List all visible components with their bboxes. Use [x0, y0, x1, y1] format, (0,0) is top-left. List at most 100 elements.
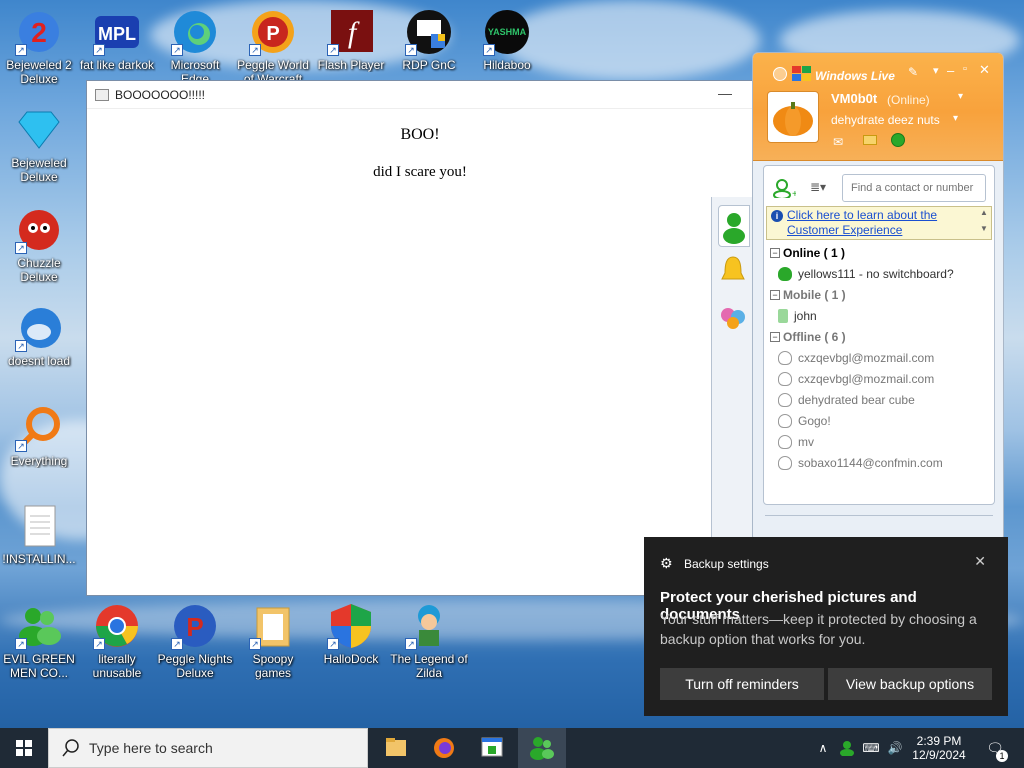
customer-experience-link[interactable]: Click here to learn about the Customer E…: [787, 208, 973, 238]
desktop-icon-label: Chuzzle Deluxe: [17, 256, 61, 284]
contact-list-panel: + ≣▾ i Click here to learn about the Cus…: [763, 165, 995, 505]
minimize-button[interactable]: —: [717, 85, 733, 101]
turn-off-reminders-button[interactable]: Turn off reminders: [660, 668, 824, 700]
folder-icon[interactable]: [863, 135, 877, 145]
contact-item[interactable]: Gogo!: [766, 410, 992, 431]
action-center-button[interactable]: 🗨 1: [980, 728, 1010, 768]
close-icon[interactable]: ✕: [974, 553, 986, 570]
firefox-icon: [434, 738, 454, 758]
back-icon[interactable]: [773, 67, 787, 81]
taskbar-window-app[interactable]: [468, 728, 516, 768]
group-offline[interactable]: − Offline ( 6 ): [766, 326, 992, 347]
clock[interactable]: 2:39 PM 12/9/2024: [906, 728, 972, 768]
contact-search-input[interactable]: [842, 174, 986, 202]
online-status[interactable]: (Online): [887, 93, 930, 107]
show-hidden-icons[interactable]: ∧: [812, 728, 834, 768]
taskbar-search[interactable]: Type here to search: [48, 728, 368, 768]
contacts-tab[interactable]: [718, 205, 750, 247]
taskbar-firefox[interactable]: [420, 728, 468, 768]
desktop-icon-literally-unusable[interactable]: ↗ literally unusable: [78, 602, 156, 680]
view-backup-options-button[interactable]: View backup options: [828, 668, 992, 700]
desktop-icon-bejeweled-deluxe[interactable]: Bejeweled Deluxe: [0, 106, 78, 184]
boo-window-titlebar[interactable]: BOOOOOOO!!!!! —: [87, 81, 753, 109]
contact-item[interactable]: cxzqevbgl@mozmail.com: [766, 347, 992, 368]
desktop-icon-chuzzle[interactable]: ↗ Chuzzle Deluxe: [0, 206, 78, 284]
display-name[interactable]: VM0b0t: [831, 91, 877, 106]
folder-icon: [386, 738, 406, 756]
desktop-icon-legend-of-zilda[interactable]: ↗ The Legend of Zilda: [390, 602, 468, 680]
peggle-nights-icon: P ↗: [171, 602, 219, 650]
news-icon[interactable]: [891, 133, 905, 147]
personal-message[interactable]: dehydrate deez nuts: [831, 113, 940, 127]
tray-messenger-icon[interactable]: [836, 728, 858, 768]
contact-item[interactable]: cxzqevbgl@mozmail.com: [766, 368, 992, 389]
minimize-icon[interactable]: –: [947, 63, 954, 78]
desktop-icon-flash-player[interactable]: f ↗ Flash Player: [312, 8, 390, 72]
close-icon[interactable]: ✕: [979, 62, 990, 78]
info-icon: i: [771, 210, 783, 222]
collapse-icon[interactable]: −: [770, 289, 780, 300]
contact-item[interactable]: john: [766, 305, 992, 326]
desktop-icon-hallodock[interactable]: ↗ HalloDock: [312, 602, 390, 666]
contact-item[interactable]: sobaxo1144@confmin.com: [766, 452, 992, 473]
group-mobile[interactable]: − Mobile ( 1 ): [766, 284, 992, 305]
desktop-icon-label: Peggle Nights Deluxe: [157, 652, 233, 680]
menu-dropdown-icon[interactable]: ▾: [933, 64, 939, 77]
desktop-icon-label: Flash Player: [317, 58, 385, 72]
desktop-icon-peggle-wow[interactable]: P ↗ Peggle World of Warcraft: [234, 8, 312, 86]
theme-icon[interactable]: ✎: [908, 65, 918, 79]
games-tab[interactable]: [718, 297, 750, 339]
backup-notification[interactable]: ⚙ Backup settings ✕ Protect your cherish…: [644, 537, 1008, 716]
avatar[interactable]: [767, 91, 819, 143]
desktop-icon-hildaboo[interactable]: YASHMA ↗ Hildaboo: [468, 8, 546, 72]
contact-item[interactable]: dehydrated bear cube: [766, 389, 992, 410]
add-contact-icon[interactable]: +: [772, 178, 798, 200]
maximize-icon[interactable]: ▫: [963, 63, 967, 75]
app-window-icon: [481, 737, 503, 757]
taskbar-file-explorer[interactable]: [372, 728, 420, 768]
status-dropdown-icon[interactable]: ▾: [958, 91, 963, 102]
desktop-icon-label: !INSTALLIN...: [2, 552, 76, 566]
boo-window[interactable]: BOOOOOOO!!!!! — BOO! did I scare you!: [86, 80, 754, 597]
desktop-icon-bejeweled-2[interactable]: 2 ↗ Bejeweled 2 Deluxe: [0, 8, 78, 86]
start-button[interactable]: [0, 728, 48, 768]
network-icon[interactable]: ⌨: [860, 728, 882, 768]
desktop-icon-peggle-nights[interactable]: P ↗ Peggle Nights Deluxe: [156, 602, 234, 680]
desktop-icon-evil-green-men[interactable]: ↗ EVIL GREEN MEN CO...: [0, 602, 78, 680]
text-file-icon: [15, 502, 63, 550]
contact-list: − Online ( 1 ) yellows111 - no switchboar…: [766, 242, 992, 473]
group-label: Online ( 1 ): [783, 245, 846, 260]
collapse-icon[interactable]: −: [770, 247, 780, 258]
desktop-icon-everything[interactable]: ↗ Everything: [0, 404, 78, 468]
messenger-window[interactable]: Windows Live ✎ ▾ – ▫ ✕ VM0b0t (Online) ▾…: [752, 52, 1004, 542]
sort-options-icon[interactable]: ≣▾: [810, 180, 834, 198]
mobile-buddy-icon: [778, 308, 788, 323]
collapse-icon[interactable]: −: [770, 331, 780, 342]
chrome-icon: ↗: [93, 602, 141, 650]
desktop-icon-installing[interactable]: !INSTALLIN...: [0, 502, 78, 566]
messenger-header: Windows Live ✎ ▾ – ▫ ✕ VM0b0t (Online) ▾…: [753, 53, 1003, 161]
message-dropdown-icon[interactable]: ▾: [953, 113, 958, 124]
contact-item[interactable]: yellows111 - no switchboard?: [766, 263, 992, 284]
colorful-people-icon: [721, 308, 745, 329]
taskbar-messenger[interactable]: [518, 728, 566, 768]
scroll-up-icon[interactable]: ▲: [978, 208, 990, 222]
desktop-icon-spoopy-games[interactable]: ↗ Spoopy games: [234, 602, 312, 680]
folder-icon: ↗: [249, 602, 297, 650]
rdp-icon: ↗: [405, 8, 453, 56]
mail-icon[interactable]: ✉: [833, 135, 843, 149]
offline-buddy-icon: [778, 413, 792, 428]
scroll-down-icon[interactable]: ▼: [978, 224, 990, 238]
search-icon: [62, 739, 79, 757]
alerts-tab[interactable]: [718, 251, 750, 293]
desktop-icon-microsoft-edge[interactable]: ↗ Microsoft Edge: [156, 8, 234, 86]
contact-name: cxzqevbgl@mozmail.com: [798, 350, 935, 365]
volume-icon[interactable]: 🔊: [884, 728, 906, 768]
contact-item[interactable]: mv: [766, 431, 992, 452]
desktop-icon-fat-like-darkok[interactable]: MPL ↗ fat like darkok: [78, 8, 156, 72]
group-online[interactable]: − Online ( 1 ): [766, 242, 992, 263]
desktop-icon-rdp-gnc[interactable]: ↗ RDP GnC: [390, 8, 468, 72]
desktop-icon-doesnt-load[interactable]: ↗ doesnt load: [0, 304, 78, 368]
boo-window-content: BOO! did I scare you!: [87, 126, 753, 181]
thunderbird-icon: ↗: [15, 304, 63, 352]
